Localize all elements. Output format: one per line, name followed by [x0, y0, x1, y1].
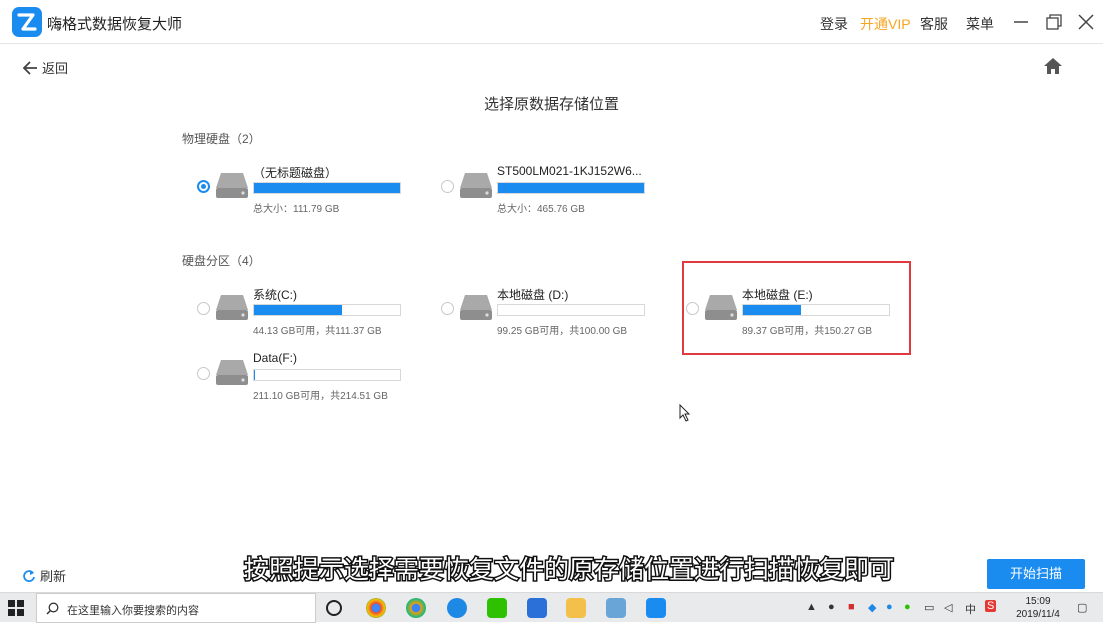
app-window: 嗨格式数据恢复大师 登录 开通VIP 客服 菜单 返回 选择原数据存储位置 物理…: [0, 0, 1103, 592]
page-title: 选择原数据存储位置: [483, 96, 619, 113]
tray-chevron-icon[interactable]: ▲: [806, 601, 817, 613]
task-view-icon[interactable]: [326, 600, 342, 616]
video-subtitle: 按照提示选择需要恢复文件的原存储位置进行扫描恢复即可: [242, 554, 895, 586]
search-placeholder: 在这里输入你要搜索的内容: [67, 605, 199, 617]
refresh-icon: [23, 569, 35, 582]
physical-disk-1[interactable]: ST500LM021-1KJ152W6... 总大小：465.76 GB: [441, 164, 671, 220]
wechat-icon[interactable]: [487, 598, 507, 618]
vip-link[interactable]: 开通VIP: [860, 14, 911, 34]
hard-drive-icon: [216, 360, 248, 385]
browser-icon[interactable]: [406, 598, 426, 618]
partition-name: 本地磁盘 (D:): [497, 288, 569, 302]
disk-usage-fill: [498, 183, 644, 193]
qq-browser-icon[interactable]: [447, 598, 467, 618]
physical-disk-0[interactable]: （无标题磁盘） 总大小：111.79 GB: [197, 164, 427, 220]
disk-radio[interactable]: [197, 302, 210, 315]
minimize-icon[interactable]: [1011, 12, 1031, 32]
title-bar: 嗨格式数据恢复大师 登录 开通VIP 客服 菜单: [0, 0, 1103, 44]
disk-name: ST500LM021-1KJ152W6...: [497, 164, 642, 178]
hard-drive-icon: [460, 173, 492, 198]
volume-icon[interactable]: ◁: [944, 601, 952, 614]
app-logo-icon: [12, 7, 42, 37]
back-button[interactable]: 返回: [22, 58, 68, 77]
physical-disks-label: 物理硬盘（2）: [182, 132, 261, 146]
network-icon[interactable]: ▭: [924, 601, 934, 614]
qq-icon[interactable]: ●: [886, 601, 893, 613]
partition-usage-bar: [253, 304, 401, 316]
back-label: 返回: [42, 61, 69, 76]
clock-date: 2019/11/4: [1016, 609, 1060, 620]
partition-usage-bar: [497, 304, 645, 316]
disk-radio[interactable]: [441, 302, 454, 315]
disk-usage-bar: [253, 182, 401, 194]
service-link[interactable]: 客服: [920, 14, 948, 34]
mouse-cursor-icon: [679, 404, 691, 422]
chrome-icon[interactable]: [366, 598, 386, 618]
notification-icon[interactable]: ▢: [1077, 601, 1087, 614]
disk-usage-bar: [497, 182, 645, 194]
partitions-label: 硬盘分区（4）: [182, 254, 261, 268]
home-icon[interactable]: [1043, 57, 1063, 75]
disk-usage-fill: [254, 183, 400, 193]
hard-drive-icon: [216, 295, 248, 320]
partition-name: Data(F:): [253, 351, 298, 365]
search-icon: [46, 602, 59, 615]
data-recovery-app-icon[interactable]: [646, 598, 666, 618]
hard-drive-icon: [460, 295, 492, 320]
partition-info: 99.25 GB可用，共100.00 GB: [497, 326, 628, 337]
partition-c[interactable]: 系统(C:) 44.13 GB可用，共111.37 GB: [197, 286, 427, 342]
partition-f[interactable]: Data(F:) 211.10 GB可用，共214.51 GB: [197, 351, 427, 407]
login-link[interactable]: 登录: [820, 14, 848, 34]
close-icon[interactable]: [1076, 12, 1096, 32]
partition-d[interactable]: 本地磁盘 (D:) 99.25 GB可用，共100.00 GB: [441, 286, 671, 342]
partition-info: 44.13 GB可用，共111.37 GB: [253, 326, 382, 337]
refresh-label: 刷新: [40, 569, 67, 584]
recorder-icon[interactable]: ■: [848, 601, 855, 613]
disk-radio[interactable]: [197, 367, 210, 380]
taskbar-search-input[interactable]: 在这里输入你要搜索的内容: [36, 593, 316, 623]
partition-usage-bar: [253, 369, 401, 381]
restore-icon[interactable]: [1044, 12, 1064, 32]
taskbar-clock[interactable]: 15:09 2019/11/4: [1012, 595, 1064, 621]
partition-usage-fill: [254, 305, 342, 315]
wps-icon[interactable]: [527, 598, 547, 618]
menu-link[interactable]: 菜单: [966, 14, 994, 34]
hard-drive-icon: [216, 173, 248, 198]
microphone-icon[interactable]: ●: [828, 601, 835, 613]
start-scan-button[interactable]: 开始扫描: [987, 559, 1085, 589]
sogou-ime-icon[interactable]: S: [985, 600, 997, 612]
partition-name: 系统(C:): [253, 288, 297, 302]
partition-usage-fill: [254, 370, 256, 380]
shield-icon[interactable]: ◆: [868, 601, 876, 614]
highlight-box: [682, 261, 911, 355]
refresh-button[interactable]: 刷新: [22, 566, 66, 585]
windows-start-icon[interactable]: [8, 600, 24, 616]
back-arrow-icon: [22, 60, 37, 75]
file-explorer-icon[interactable]: [566, 598, 586, 618]
clock-time: 15:09: [1025, 596, 1051, 607]
disk-radio[interactable]: [441, 180, 454, 193]
disk-radio[interactable]: [197, 180, 210, 193]
ime-indicator[interactable]: 中: [965, 601, 976, 617]
app-title: 嗨格式数据恢复大师: [47, 16, 183, 33]
wechat-tray-icon[interactable]: ●: [904, 601, 911, 613]
disk-name: （无标题磁盘）: [253, 166, 338, 180]
partition-info: 211.10 GB可用，共214.51 GB: [253, 391, 388, 402]
disk-info: 总大小：111.79 GB: [253, 204, 340, 215]
disk-info: 总大小：465.76 GB: [497, 204, 585, 215]
app-icon[interactable]: [606, 598, 626, 618]
taskbar: 在这里输入你要搜索的内容 ▲ ● ■ ◆ ● ● ▭ ◁ 中 S 15:09 2…: [0, 592, 1103, 623]
